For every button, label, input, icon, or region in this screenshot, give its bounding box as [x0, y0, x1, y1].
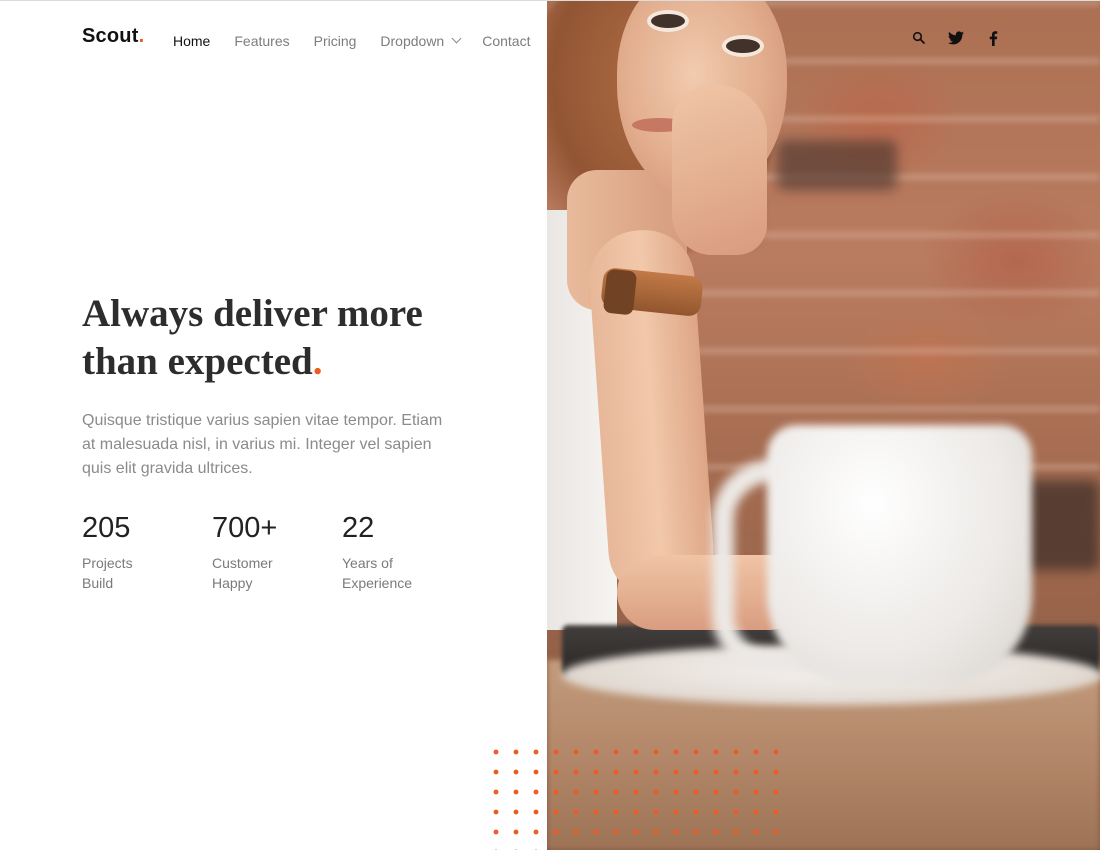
- stat-label: Projects Build: [82, 553, 182, 593]
- twitter-icon[interactable]: [945, 27, 967, 49]
- stats-row: 205 Projects Build 700+ Customer Happy 22 …: [82, 510, 472, 593]
- top-border: [0, 0, 1100, 1]
- main-nav: Home Features Pricing Dropdown Contact: [173, 33, 554, 49]
- header-icons: [908, 27, 1019, 49]
- stat-customers: 700+ Customer Happy: [212, 510, 342, 593]
- hero-lead-text: Quisque tristique varius sapien vitae te…: [82, 412, 443, 477]
- decorative-dot-grid: [486, 742, 778, 850]
- search-icon[interactable]: [908, 27, 930, 49]
- nav-features[interactable]: Features: [234, 33, 289, 49]
- hero-headline: Always deliver more than expected.: [82, 290, 502, 386]
- stat-label-line: Projects: [82, 555, 133, 571]
- nav-pricing[interactable]: Pricing: [314, 33, 357, 49]
- brand-name: Scout: [82, 25, 139, 47]
- stat-value: 22: [342, 512, 375, 544]
- photo-veil: [547, 0, 1100, 850]
- stat-value: 700+: [212, 512, 278, 544]
- headline-dot: .: [312, 340, 323, 383]
- stat-experience: 22 Years of Experience: [342, 510, 472, 593]
- headline-line-2: than expected: [82, 340, 313, 383]
- headline-line-1: Always deliver more: [82, 292, 423, 335]
- stat-projects: 205 Projects Build: [82, 510, 212, 593]
- brand-dot: .: [138, 25, 145, 47]
- landing-page: Scout. Home Features Pricing Dropdown Co…: [0, 0, 1100, 850]
- facebook-icon[interactable]: [982, 27, 1004, 49]
- chevron-down-icon: [451, 33, 462, 43]
- stat-label-line: Customer: [212, 555, 273, 571]
- stat-value: 205: [82, 512, 131, 544]
- stat-label-line: Build: [82, 575, 114, 591]
- stat-label: Years of Experience: [342, 553, 442, 593]
- stat-label-line: Happy: [212, 575, 253, 591]
- hero-photo: [547, 0, 1100, 850]
- stat-label-line: Experience: [342, 575, 413, 591]
- stat-label: Customer Happy: [212, 553, 312, 593]
- brand-logo[interactable]: Scout.: [82, 25, 144, 48]
- nav-dropdown-label: Dropdown: [380, 33, 445, 49]
- nav-contact[interactable]: Contact: [482, 33, 530, 49]
- nav-dropdown[interactable]: Dropdown: [380, 33, 462, 49]
- stat-label-line: Years of: [342, 555, 393, 571]
- nav-home[interactable]: Home: [173, 33, 210, 49]
